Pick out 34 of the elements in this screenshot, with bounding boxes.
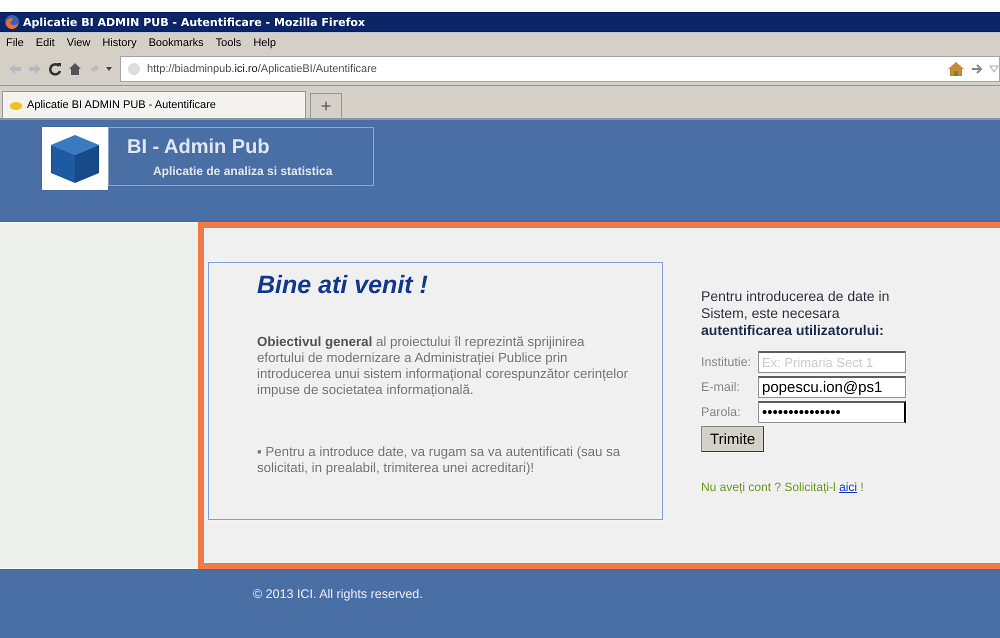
info-paragraph: ▪ Pentru a introduce date, va rugam sa va autentificati (sau sa solicitati, in prealabil, trimiterea unei acreditari)! <box>257 444 622 476</box>
signup-link[interactable]: aici <box>839 480 858 494</box>
menu-item[interactable]: View <box>62 37 94 49</box>
signup-text: Nu aveți cont ? Solicitați-l aici ! <box>701 480 865 494</box>
submit-button[interactable]: Trimite <box>701 426 764 452</box>
info-paragraph: Obiectivul general al proiectului îl reprezintă sprijinirea efortului de modernizare a Administrației Publice prin introducerea unui sistem informațional corespunzător cerințelor impuse de societatea informațională. <box>257 334 629 398</box>
globe-icon <box>127 62 141 76</box>
reload-icon[interactable] <box>48 62 62 76</box>
home-icon[interactable] <box>947 61 965 77</box>
login-intro: Pentru introducerea de date in Sistem, este necesara autentificarea utilizatorului: <box>701 288 890 339</box>
app-title: BI - Admin Pub <box>127 136 271 159</box>
input-field[interactable]: popescu.ion@ps1 <box>758 376 906 398</box>
welcome-heading: Bine ati venit ! <box>257 271 429 300</box>
dropdown-icon[interactable] <box>989 65 999 73</box>
tab-favicon-icon <box>9 100 23 110</box>
address-field[interactable]: http://biadminpub.ici.ro/AplicatieBI/Autentificare <box>120 56 1000 82</box>
window-title: Aplicatie BI ADMIN PUB - Autentificare - Mozilla Firefox <box>23 16 366 28</box>
input-field[interactable]: ••••••••••••••• <box>758 401 906 423</box>
new-tab-button[interactable]: + <box>310 93 342 118</box>
menu-item[interactable]: Help <box>249 37 280 49</box>
browser-tab[interactable]: Aplicatie BI ADMIN PUB - Autentificare <box>2 91 306 118</box>
menu-item[interactable]: File <box>2 37 28 49</box>
go-arrow-icon[interactable] <box>971 63 983 75</box>
menu-item[interactable]: History <box>98 37 141 49</box>
field-label: E-mail: <box>701 380 741 394</box>
menu-item[interactable]: Tools <box>212 37 246 49</box>
app-subtitle: Aplicatie de analiza si statistica <box>153 164 334 178</box>
menu-item[interactable]: Edit <box>32 37 59 49</box>
field-label: Institutie: <box>701 355 752 369</box>
browser-logo-icon <box>4 14 20 30</box>
home-icon[interactable] <box>68 62 82 76</box>
copyright-text: © 2013 ICI. All rights reserved. <box>253 587 423 601</box>
menu-item[interactable]: Bookmarks <box>144 37 208 49</box>
field-label: Parola: <box>701 405 742 419</box>
